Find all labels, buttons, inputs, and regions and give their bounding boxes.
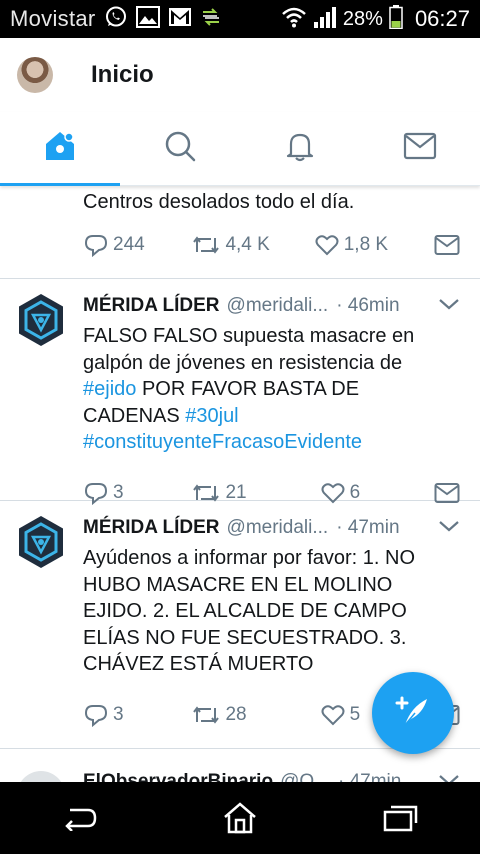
merida-lider-avatar[interactable] (17, 293, 65, 347)
tweet-text: Ayúdenos a informar por favor: 1. NO HUB… (83, 547, 416, 675)
heart-icon (315, 235, 339, 256)
tab-messages[interactable] (360, 112, 480, 185)
data-transfer-icon (200, 6, 222, 33)
merida-lider-avatar[interactable] (17, 515, 65, 569)
signal-icon (313, 6, 337, 33)
tweet-card[interactable]: MÉRIDA LÍDER @meridali... · 46min FALSO … (0, 279, 480, 505)
envelope-icon (403, 131, 437, 166)
like-count: 1,8 K (343, 234, 389, 255)
chevron-down-icon[interactable] (438, 295, 460, 317)
compose-tweet-button[interactable] (372, 672, 454, 754)
tab-notifications[interactable] (240, 112, 360, 185)
author-handle[interactable]: @O... (280, 771, 330, 782)
author-handle[interactable]: @meridali... (227, 517, 329, 539)
home-icon (42, 128, 78, 169)
tweet-time: · 47min (337, 771, 402, 782)
reply-count: 3 (113, 703, 124, 725)
page-title: Inicio (91, 61, 154, 88)
tab-home[interactable] (0, 112, 120, 186)
like-count: 5 (349, 703, 361, 725)
observador-avatar[interactable] (17, 771, 65, 782)
wifi-icon (281, 6, 307, 33)
tweet-time: · 46min (336, 295, 400, 316)
tweet-header: MÉRIDA LÍDER @meridali... · 46min (83, 291, 460, 321)
reply-button[interactable]: 3 (83, 703, 191, 727)
tweet-time: · 47min (336, 517, 400, 538)
bell-icon (283, 129, 317, 168)
quill-plus-icon (393, 691, 433, 736)
reply-icon (84, 704, 108, 727)
author-name[interactable]: MÉRIDA LÍDER (83, 517, 220, 539)
battery-icon (389, 4, 403, 34)
hashtag-link[interactable]: #constituyenteFracasoEvidente (83, 431, 362, 453)
chevron-down-icon[interactable] (438, 517, 460, 539)
app-header: Inicio (0, 38, 480, 112)
heart-icon (321, 704, 345, 725)
back-icon (65, 808, 97, 831)
tweet-actions: 244 4,4 K 1,8 K (83, 222, 460, 268)
retweet-icon (193, 236, 220, 254)
tweet-card[interactable]: Centros desolados todo el día. 244 4,4 K… (0, 186, 480, 279)
recents-button[interactable] (360, 788, 440, 848)
tweet-card[interactable]: ElObservadorBinario @O... · 47min (0, 749, 480, 782)
tweet-text: Centros desolados todo el día. (83, 191, 355, 213)
clock: 06:27 (414, 6, 470, 31)
search-icon (163, 129, 197, 168)
retweet-count: 28 (225, 703, 247, 725)
home-nav-icon (224, 802, 256, 834)
author-name[interactable]: MÉRIDA LÍDER (83, 295, 220, 317)
reply-count: 244 (113, 234, 145, 255)
tweet-header: MÉRIDA LÍDER @meridali... · 47min (83, 513, 460, 543)
hashtag-link[interactable]: #ejido (83, 378, 136, 400)
chevron-down-icon[interactable] (438, 771, 460, 782)
whatsapp-icon (104, 5, 128, 34)
tweet-text: FALSO FALSO supuesta masacre en galpón d… (83, 323, 460, 456)
reply-button[interactable]: 244 (83, 233, 191, 257)
retweet-button[interactable]: 28 (191, 704, 319, 726)
retweet-icon (193, 705, 220, 724)
gmail-icon (168, 7, 192, 32)
gallery-icon (135, 5, 160, 33)
status-bar: Movistar 28% 06:27 (0, 0, 480, 38)
back-button[interactable] (40, 788, 120, 848)
profile-avatar[interactable] (17, 57, 53, 93)
system-nav-bar (0, 782, 480, 854)
author-name[interactable]: ElObservadorBinario (83, 771, 273, 782)
dm-share-button[interactable] (434, 234, 460, 256)
battery-percent: 28% (342, 7, 383, 30)
hashtag-link[interactable]: #30jul (185, 405, 238, 427)
retweet-button[interactable]: 4,4 K (191, 234, 313, 256)
tweet-text-segment: FALSO FALSO supuesta masacre en galpón d… (83, 325, 415, 374)
envelope-icon (434, 235, 460, 255)
retweet-count: 4,4 K (225, 234, 270, 255)
home-button[interactable] (200, 788, 280, 848)
tweet-header: ElObservadorBinario @O... · 47min (83, 767, 460, 782)
tab-bar (0, 112, 480, 186)
tab-search[interactable] (120, 112, 240, 185)
carrier-label: Movistar (10, 6, 96, 31)
recents-icon (383, 805, 418, 832)
reply-icon (84, 235, 108, 257)
like-button[interactable]: 1,8 K (314, 233, 434, 257)
author-handle[interactable]: @meridali... (227, 295, 329, 317)
